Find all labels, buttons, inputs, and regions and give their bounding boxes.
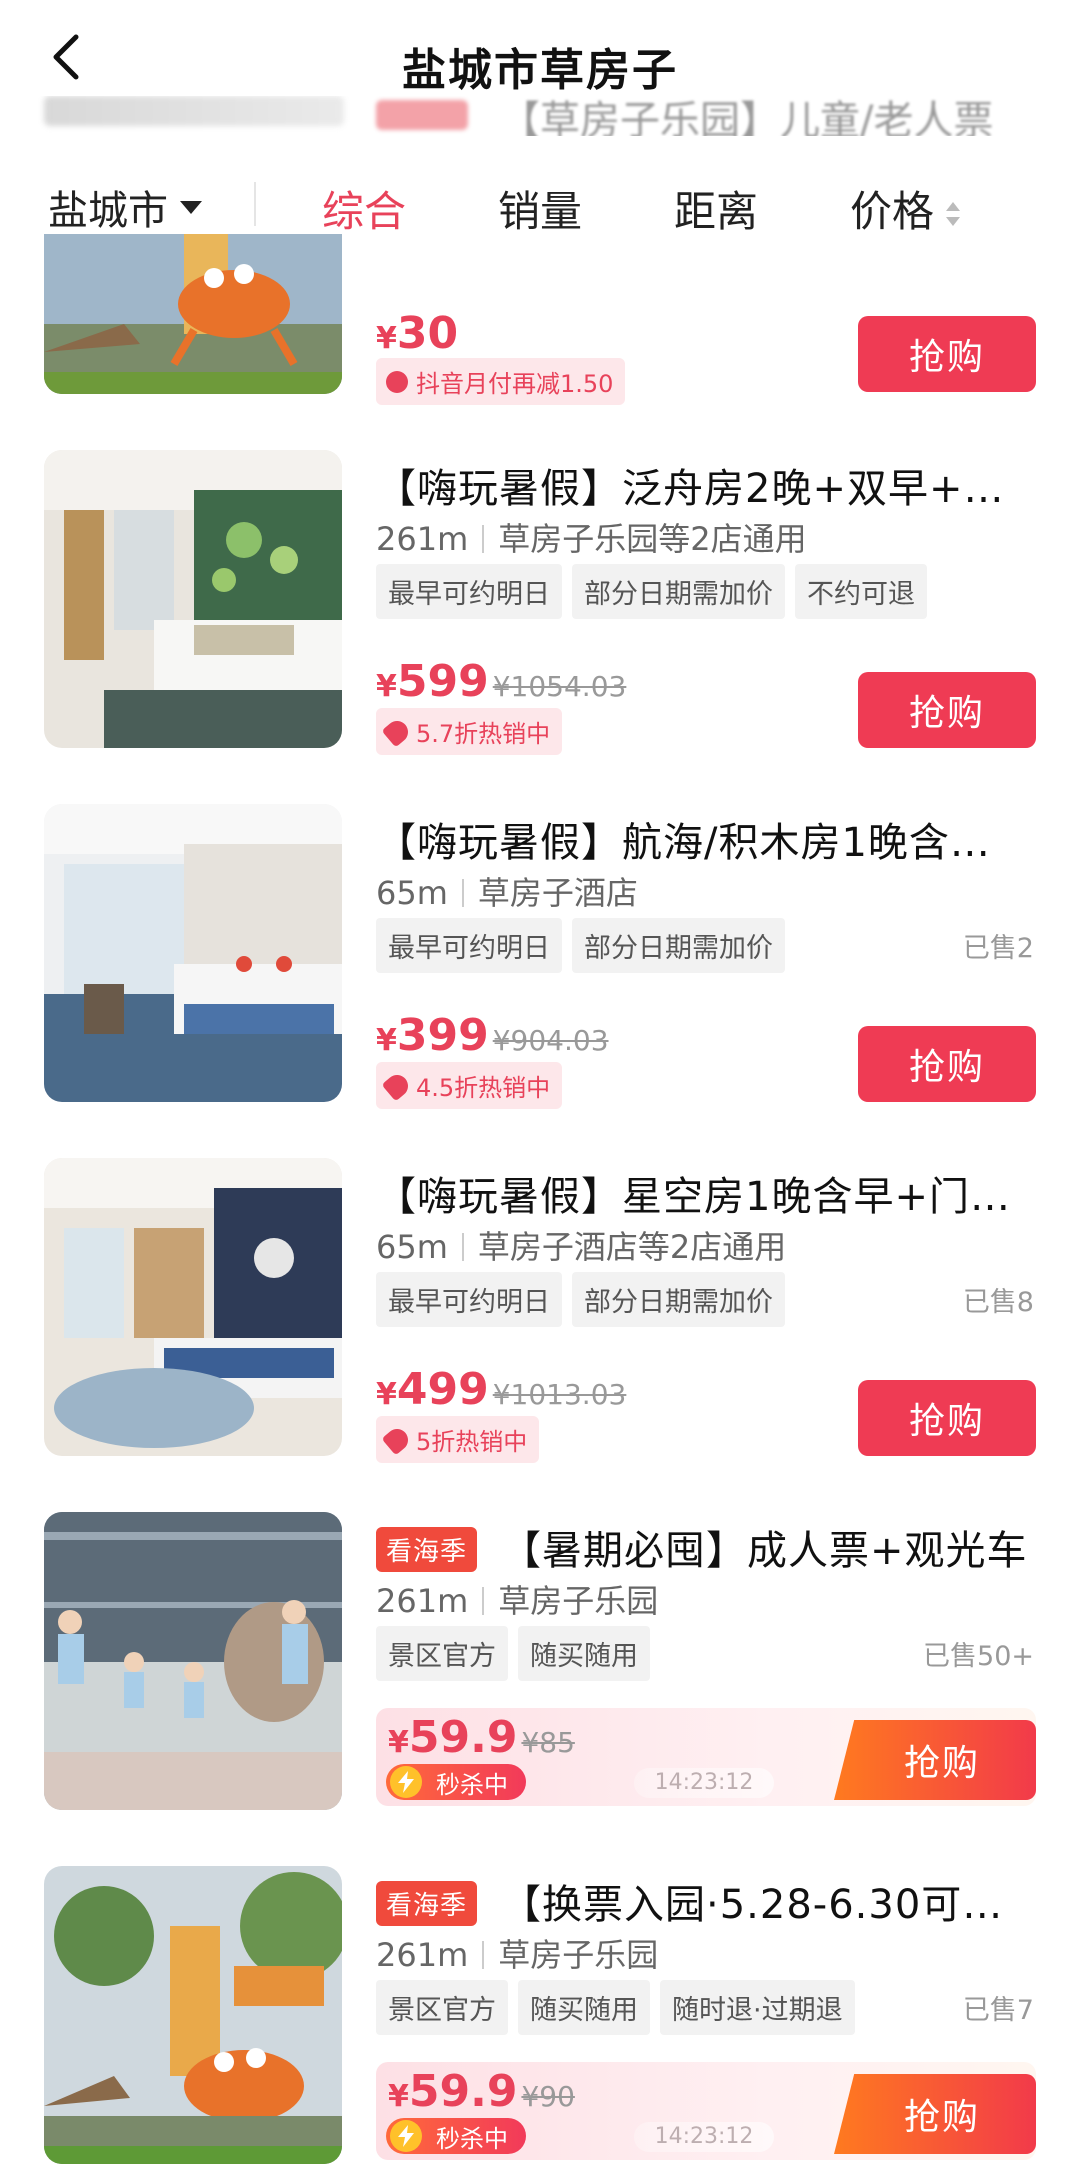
item-location: 261m 草房子乐园: [376, 1582, 659, 1620]
item-thumbnail: [44, 1158, 342, 1456]
original-price: ¥1013.03: [492, 1378, 627, 1411]
list-item[interactable]: ¥30 抖音月付再减1.50 抢购: [0, 234, 1080, 405]
promo-badge: 5折热销中: [376, 1416, 540, 1463]
city-selector[interactable]: 盐城市: [48, 178, 202, 236]
item-price: ¥30: [376, 308, 459, 359]
item-tags: 最早可约明日 部分日期需加价: [376, 918, 785, 973]
original-price: ¥1054.03: [492, 670, 627, 703]
item-tags: 最早可约明日 部分日期需加价: [376, 1272, 785, 1327]
tag: 最早可约明日: [376, 1272, 562, 1327]
tag: 最早可约明日: [376, 918, 562, 973]
item-price: ¥59.9 ¥85: [388, 1712, 575, 1763]
item-tags: 景区官方 随买随用: [376, 1626, 650, 1681]
douyin-icon: [386, 370, 408, 393]
flash-sale-badge: 秒杀中: [386, 2118, 526, 2154]
price-tag-icon: [381, 1424, 413, 1455]
lightning-icon: [390, 2120, 422, 2152]
original-price: ¥85: [521, 1726, 575, 1759]
tag: 随时退·过期退: [660, 1980, 855, 2035]
sort-tab-sales[interactable]: 销量: [498, 178, 582, 239]
lightning-icon: [390, 1766, 422, 1798]
tag: 随买随用: [518, 1980, 650, 2035]
original-price: ¥90: [521, 2080, 575, 2113]
sort-arrows-icon: [946, 200, 961, 230]
buy-button[interactable]: 抢购: [834, 1720, 1036, 1800]
list-item[interactable]: 看海季 【换票入园·5.28-6.30可… 261m 草房子乐园 景区官方 随买随用…: [0, 1866, 1080, 2166]
item-title: 看海季 【暑期必囤】成人票+观光车: [376, 1518, 1028, 1576]
tag: 景区官方: [376, 1626, 508, 1681]
scrolled-item-peek: 【草房子乐园】儿童/老人票: [0, 96, 1080, 136]
item-thumbnail: [44, 234, 342, 394]
item-location: 65m 草房子酒店: [376, 874, 638, 912]
sort-tab-price-label: 价格: [850, 187, 935, 236]
tag: 最早可约明日: [376, 564, 562, 619]
item-price: ¥399 ¥904.03: [376, 1010, 609, 1061]
page-title: 盐城市草房子: [402, 45, 678, 96]
filter-divider: [254, 182, 256, 226]
item-thumbnail: [44, 804, 342, 1102]
top-nav-bar: 盐城市草房子: [0, 0, 1080, 100]
promo-badge: 抖音月付再减1.50: [376, 358, 626, 405]
item-price: ¥599 ¥1054.03: [376, 656, 627, 707]
buy-button[interactable]: 抢购: [858, 1026, 1036, 1102]
sold-count: 已售8: [962, 1287, 1034, 1318]
buy-button[interactable]: 抢购: [834, 2074, 1036, 2154]
item-title: 看海季 【换票入园·5.28-6.30可…: [376, 1872, 1003, 1930]
countdown-timer: 14:23:12: [634, 2122, 774, 2152]
item-location: 261m 草房子乐园: [376, 1936, 659, 1974]
tag: 部分日期需加价: [572, 918, 785, 973]
flash-sale-badge: 秒杀中: [386, 1764, 526, 1800]
promo-badge: 4.5折热销中: [376, 1062, 563, 1109]
item-thumbnail: [44, 1866, 342, 2164]
peek-badge: [376, 100, 468, 130]
price-tag-icon: [381, 716, 413, 747]
sold-count: 已售2: [962, 933, 1034, 964]
item-tags: 景区官方 随买随用 随时退·过期退: [376, 1980, 855, 2035]
buy-button[interactable]: 抢购: [858, 316, 1036, 392]
list-item[interactable]: 看海季 【暑期必囤】成人票+观光车 261m 草房子乐园 景区官方 随买随用 已售5…: [0, 1512, 1080, 1812]
item-price: ¥59.9 ¥90: [388, 2066, 575, 2117]
sort-tab-comprehensive[interactable]: 综合: [322, 178, 406, 239]
caret-down-icon: [180, 200, 202, 214]
peek-thumbnail: [44, 96, 344, 126]
list-item[interactable]: 【嗨玩暑假】航海/积木房1晚含… 65m 草房子酒店 最早可约明日 部分日期需加价…: [0, 804, 1080, 1109]
item-price: ¥499 ¥1013.03: [376, 1364, 627, 1415]
season-badge: 看海季: [376, 1880, 478, 1926]
tag: 景区官方: [376, 1980, 508, 2035]
sort-tab-distance[interactable]: 距离: [674, 178, 758, 239]
season-badge: 看海季: [376, 1526, 478, 1572]
buy-button[interactable]: 抢购: [858, 1380, 1036, 1456]
list-item[interactable]: 【嗨玩暑假】星空房1晚含早+门… 65m 草房子酒店等2店通用 最早可约明日 部分…: [0, 1158, 1080, 1463]
tag: 部分日期需加价: [572, 564, 785, 619]
item-title: 【嗨玩暑假】泛舟房2晚+双早+…: [376, 466, 1005, 512]
item-location: 261m 草房子乐园等2店通用: [376, 520, 807, 558]
tag: 不约可退: [795, 564, 927, 619]
item-title: 【嗨玩暑假】星空房1晚含早+门…: [376, 1174, 1011, 1220]
item-tags: 最早可约明日 部分日期需加价 不约可退: [376, 564, 927, 619]
sold-count: 已售50+: [923, 1641, 1034, 1672]
item-location: 65m 草房子酒店等2店通用: [376, 1228, 787, 1266]
item-thumbnail: [44, 450, 342, 748]
sold-count: 已售7: [962, 1995, 1034, 2026]
list-item[interactable]: 【嗨玩暑假】泛舟房2晚+双早+… 261m 草房子乐园等2店通用 最早可约明日 部…: [0, 450, 1080, 755]
countdown-timer: 14:23:12: [634, 1768, 774, 1798]
peek-title: 【草房子乐园】儿童/老人票: [500, 98, 994, 136]
promo-badge: 5.7折热销中: [376, 708, 563, 755]
sort-tab-price[interactable]: 价格: [850, 178, 961, 239]
item-title: 【嗨玩暑假】航海/积木房1晚含…: [376, 820, 991, 866]
city-label: 盐城市: [48, 188, 168, 234]
tag: 部分日期需加价: [572, 1272, 785, 1327]
tag: 随买随用: [518, 1626, 650, 1681]
item-thumbnail: [44, 1512, 342, 1810]
buy-button[interactable]: 抢购: [858, 672, 1036, 748]
price-tag-icon: [381, 1070, 413, 1101]
original-price: ¥904.03: [492, 1024, 609, 1057]
